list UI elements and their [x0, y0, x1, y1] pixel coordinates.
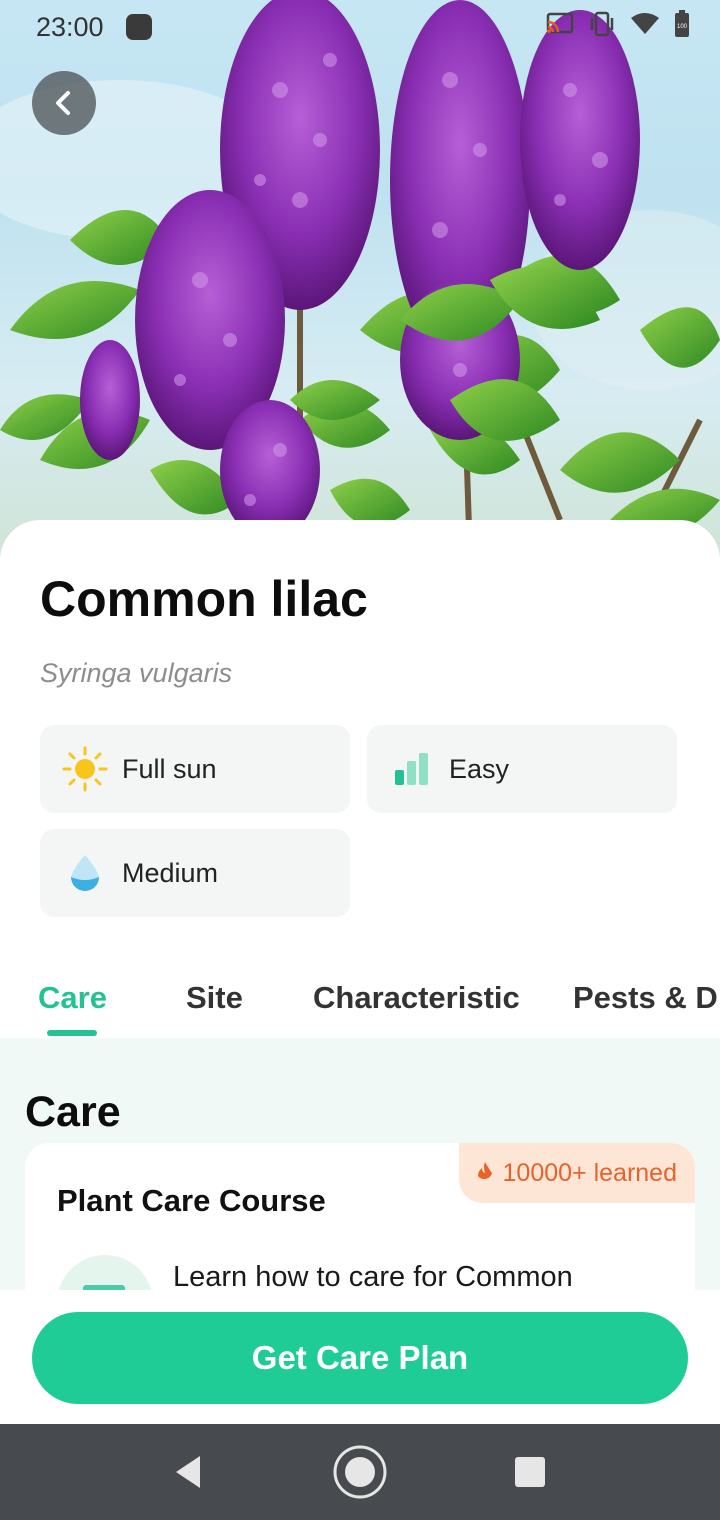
nav-recents-button[interactable] — [482, 1424, 578, 1520]
tab-care[interactable]: Care — [38, 980, 107, 1016]
light-requirement-label: Full sun — [122, 753, 217, 784]
watering-chip[interactable]: Medium — [40, 829, 350, 917]
difficulty-chip[interactable]: Easy — [367, 725, 677, 813]
get-care-plan-button[interactable]: Get Care Plan — [32, 1312, 688, 1404]
status-time: 23:00 — [36, 12, 104, 42]
difficulty-label: Easy — [449, 753, 510, 784]
plant-hero-image — [0, 0, 720, 560]
sun-icon — [62, 746, 108, 792]
cast-icon — [546, 12, 574, 34]
lilac-photo — [0, 0, 720, 560]
plant-detail-sheet: Common lilac Syringa vulgaris Full sun E… — [0, 520, 720, 1300]
learned-count-badge: 10000+ learned — [458, 1143, 695, 1203]
plant-care-course-card[interactable]: Plant Care Course 10000+ learned Learn h… — [25, 1143, 695, 1300]
notification-icon — [126, 14, 152, 40]
water-drop-icon — [62, 850, 108, 896]
tab-characteristic[interactable]: Characteristic — [313, 980, 520, 1016]
wifi-icon — [631, 13, 659, 34]
triangle-back-icon — [176, 1456, 200, 1488]
nav-back-button[interactable] — [140, 1424, 236, 1520]
circle-home-icon — [333, 1445, 387, 1499]
difficulty-bars-icon — [389, 746, 435, 792]
status-icons: 100 — [546, 10, 690, 38]
fire-icon — [477, 1162, 492, 1180]
system-nav-bar — [0, 1424, 720, 1520]
tab-pests-diseases[interactable]: Pests & D — [573, 980, 718, 1016]
tab-site[interactable]: Site — [186, 980, 243, 1016]
square-recents-icon — [515, 1457, 545, 1487]
battery-icon: 100 — [675, 10, 689, 37]
nav-home-button[interactable] — [312, 1424, 408, 1520]
detail-tabs: Care Site Characteristic Pests & D — [0, 960, 720, 1038]
care-heading: Care — [25, 1088, 121, 1136]
vibrate-icon — [590, 11, 614, 37]
learned-count-text: 10000+ learned — [502, 1158, 677, 1187]
plant-latin-name: Syringa vulgaris — [40, 658, 233, 688]
back-button[interactable] — [32, 71, 96, 135]
status-bar: 23:00 100 — [0, 0, 720, 56]
active-tab-indicator — [47, 1030, 97, 1036]
chevron-left-icon — [56, 91, 70, 115]
watering-label: Medium — [122, 857, 219, 888]
svg-text:100: 100 — [677, 24, 688, 30]
plant-common-name: Common lilac — [40, 571, 368, 627]
course-title: Plant Care Course — [57, 1183, 326, 1218]
cta-area: Get Care Plan — [0, 1290, 720, 1424]
light-requirement-chip[interactable]: Full sun — [40, 725, 350, 813]
care-section: Care Plant Care Course 10000+ learned Le… — [0, 1038, 720, 1300]
